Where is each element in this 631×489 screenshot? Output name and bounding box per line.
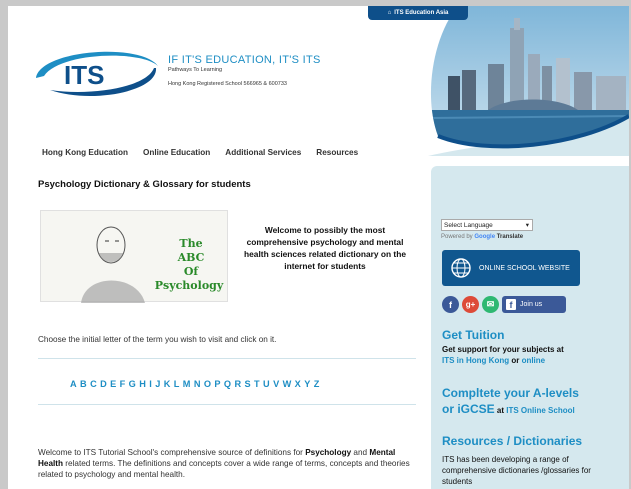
alevels-title[interactable]: Compltete your A-levels [442,386,579,400]
letter-z[interactable]: Z [314,379,320,389]
intro-bold-psychology: Psychology [305,448,352,457]
letter-j[interactable]: J [155,379,160,389]
logo-text: ITS [64,60,104,90]
language-select[interactable]: Select Language ▾ [441,219,533,231]
resources-dictionaries-title[interactable]: Resources / Dictionaries [442,434,582,448]
letter-s[interactable]: S [245,379,251,389]
get-tuition-title: Get Tuition [442,328,505,342]
welcome-heading: Welcome to possibly the most comprehensi… [244,225,406,271]
letter-i[interactable]: I [149,379,152,389]
language-select-value: Select Language [444,221,493,229]
home-icon: ⌂ [387,10,392,16]
online-link[interactable]: online [522,356,546,365]
nav-additional-services[interactable]: Additional Services [225,148,301,157]
letter-h[interactable]: H [139,379,146,389]
pathways-text: Pathways To Learning [168,67,223,73]
intro-text-1: Welcome to ITS Tutorial School's compreh… [38,448,303,457]
its-logo[interactable]: ITS [30,44,162,100]
letter-f[interactable]: F [120,379,126,389]
nav-hong-kong-education[interactable]: Hong Kong Education [42,148,128,157]
letter-k[interactable]: K [164,379,171,389]
get-tuition-desc: Get support for your subjects at [442,345,564,354]
intro-paragraph: Welcome to ITS Tutorial School's compreh… [38,447,418,480]
powered-by-google-translate: Powered by Google Translate [441,234,523,240]
letter-o[interactable]: O [204,379,211,389]
its-online-school-link[interactable]: ITS Online School [506,406,574,415]
letter-n[interactable]: N [194,379,201,389]
letter-q[interactable]: Q [224,379,231,389]
divider-top [38,358,416,359]
nav-online-education[interactable]: Online Education [143,148,210,157]
translate-link[interactable]: Translate [497,234,523,240]
main-nav: Hong Kong Education Online Education Add… [42,148,358,157]
letter-b[interactable]: B [80,379,87,389]
letter-y[interactable]: Y [304,379,310,389]
google-label: Google [474,234,496,240]
tagline: IF IT'S EDUCATION, IT'S ITS [168,54,321,66]
letter-x[interactable]: X [295,379,301,389]
nav-resources[interactable]: Resources [316,148,358,157]
or-text: or [509,356,522,365]
letter-e[interactable]: E [110,379,116,389]
facebook-icon[interactable]: f [442,296,459,313]
abc-of-psychology-image: The ABC Of Psychology [40,210,228,303]
letter-c[interactable]: C [90,379,97,389]
letter-g[interactable]: G [129,379,136,389]
its-hong-kong-link[interactable]: ITS in Hong Kong [442,356,509,365]
letter-p[interactable]: P [214,379,220,389]
letter-l[interactable]: L [174,379,180,389]
get-tuition-text: Get support for your subjects at ITS in … [442,344,620,366]
facebook-join-us-button[interactable]: f Join us [502,296,566,313]
freud-portrait-icon: The ABC Of Psychology [81,226,224,303]
online-school-label: ONLINE SCHOOL WEBSITE [479,264,570,272]
letter-t[interactable]: T [254,379,260,389]
letter-a[interactable]: A [70,379,77,389]
letter-w[interactable]: W [283,379,292,389]
registered-school-text: Hong Kong Registered School 566965 & 600… [168,81,287,87]
image-word-psychology: Psychology [155,279,224,292]
letter-m[interactable]: M [183,379,191,389]
letter-d[interactable]: D [100,379,107,389]
image-word-abc: ABC [177,251,205,264]
image-word-the: The [179,237,202,250]
letter-r[interactable]: R [234,379,241,389]
image-word-of: Of [184,265,200,278]
dropdown-arrow-icon: ▾ [525,222,529,229]
hong-kong-skyline-image [428,6,629,156]
divider-bottom [38,404,416,405]
facebook-small-icon: f [506,299,516,310]
intro-text-2: related terms. The definitions and conce… [38,459,410,479]
intro-and: and [351,448,370,457]
resources-text: ITS has been developing a range of compr… [442,455,591,486]
powered-by-label: Powered by [441,234,473,240]
igcse-label: or iGCSE [442,402,495,416]
online-school-website-button[interactable]: ONLINE SCHOOL WEBSITE [442,250,580,286]
alphabet-nav: A B C D E F G H I J K L M N O P Q R S T … [70,379,319,389]
letter-v[interactable]: V [273,379,279,389]
google-plus-icon[interactable]: g+ [462,296,479,313]
page-title: Psychology Dictionary & Glossary for stu… [38,179,251,190]
at-text: at [494,406,507,415]
letter-u[interactable]: U [263,379,270,389]
choose-letter-text: Choose the initial letter of the term yo… [38,335,277,344]
page: ITS IF IT'S EDUCATION, IT'S ITS Pathways… [8,6,629,489]
its-education-asia-tab[interactable]: ⌂ ITS Education Asia [368,6,468,20]
asia-tab-label: ITS Education Asia [394,10,449,16]
join-us-label: Join us [520,301,543,308]
globe-icon [451,258,471,278]
email-icon[interactable]: ✉ [482,296,499,313]
igcse-title[interactable]: or iGCSE at ITS Online School [442,402,575,416]
social-links: f g+ ✉ f Join us [442,296,566,313]
